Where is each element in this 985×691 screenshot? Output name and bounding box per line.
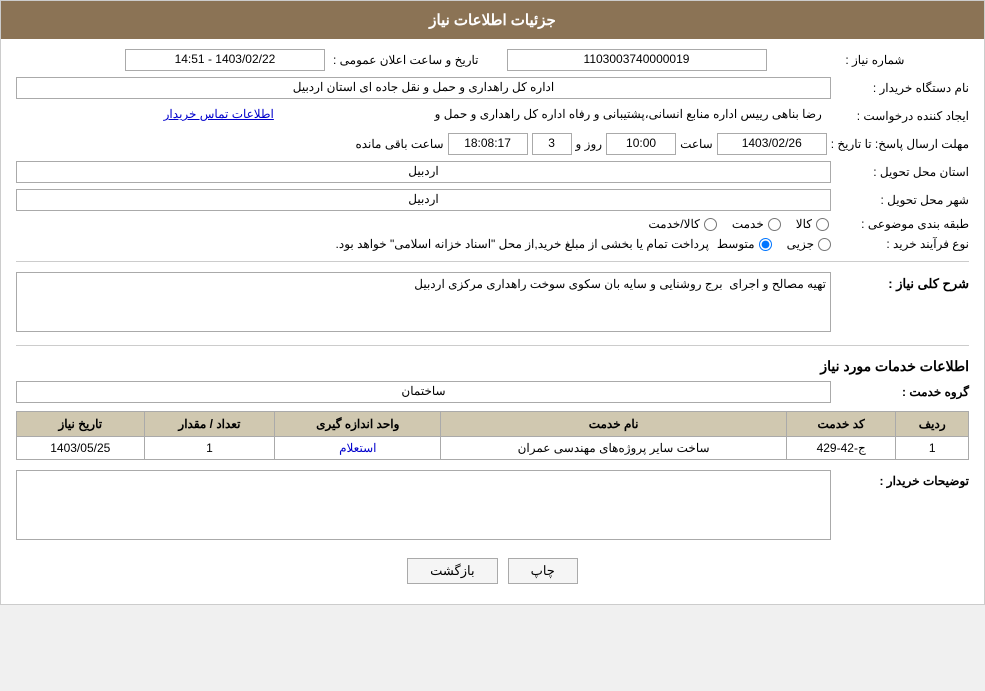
col-service-name: نام خدمت (441, 412, 787, 437)
buyer-org-label: نام دستگاه خریدار : (839, 81, 969, 95)
services-section-title: اطلاعات خدمات مورد نیاز (16, 358, 969, 375)
button-row: چاپ بازگشت (16, 558, 969, 584)
response-date: 1403/02/26 (717, 133, 827, 155)
response-day-label: روز و (576, 137, 603, 151)
cell-service-code: ج-42-429 (786, 437, 895, 460)
purchase-type-mottavaset-label: متوسط (717, 237, 755, 251)
service-group-label: گروه خدمت : (839, 385, 969, 399)
page-title: جزئیات اطلاعات نیاز (429, 12, 556, 29)
category-option-kala[interactable]: کالا (796, 217, 829, 231)
col-service-code: کد خدمت (786, 412, 895, 437)
category-radio-khedmat[interactable] (768, 218, 781, 231)
creator-value: رضا بناهی رییس اداره منابع انسانی،پشتیبا… (426, 105, 832, 127)
table-row: 1 ج-42-429 ساخت سایر پروژه‌های مهندسی عم… (17, 437, 969, 460)
response-time-label: ساعت (680, 137, 713, 151)
divider-1 (16, 261, 969, 262)
general-desc-area: تهیه مصالح و اجرای برج روشنایی و سایه با… (16, 272, 831, 335)
category-kala-khedmat-label: کالا/خدمت (648, 217, 699, 231)
response-time: 10:00 (606, 133, 676, 155)
cell-row: 1 (896, 437, 969, 460)
category-radio-group: کالا خدمت کالا/خدمت (648, 217, 829, 231)
service-group-value: ساختمان (16, 381, 831, 403)
category-option-kala-khedmat[interactable]: کالا/خدمت (648, 217, 716, 231)
buyer-notes-label: توضیحات خریدار : (839, 470, 969, 488)
cell-quantity: 1 (144, 437, 275, 460)
category-khedmat-label: خدمت (732, 217, 764, 231)
purchase-type-jozi[interactable]: جزیی (787, 237, 831, 251)
province-label: استان محل تحویل : (839, 165, 969, 179)
back-button[interactable]: بازگشت (407, 558, 497, 584)
buyer-org-value: اداره کل راهداری و حمل و نقل جاده ای است… (16, 77, 831, 99)
announce-datetime-value: 1403/02/22 - 14:51 (125, 49, 325, 71)
buyer-notes-area (16, 470, 831, 543)
purchase-type-label: نوع فرآیند خرید : (839, 237, 969, 251)
category-option-khedmat[interactable]: خدمت (732, 217, 781, 231)
col-unit: واحد اندازه گیری (275, 412, 441, 437)
services-table: ردیف کد خدمت نام خدمت واحد اندازه گیری ت… (16, 411, 969, 460)
col-need-date: تاریخ نیاز (17, 412, 145, 437)
purchase-type-mottavaset[interactable]: متوسط (717, 237, 772, 251)
remaining-label: ساعت باقی مانده (355, 137, 443, 151)
category-radio-kala[interactable] (816, 218, 829, 231)
category-kala-label: کالا (796, 217, 812, 231)
city-label: شهر محل تحویل : (839, 193, 969, 207)
general-desc-label: شرح کلی نیاز : (839, 272, 969, 292)
city-value: اردبیل (16, 189, 831, 211)
cell-unit[interactable]: استعلام (275, 437, 441, 460)
announce-datetime-label: تاریخ و ساعت اعلان عمومی : (333, 53, 479, 67)
cell-service-name: ساخت سایر پروژه‌های مهندسی عمران (441, 437, 787, 460)
purchase-type-radio-group: جزیی متوسط (717, 237, 831, 251)
category-radio-kala-khedmat[interactable] (704, 218, 717, 231)
page-header: جزئیات اطلاعات نیاز (1, 1, 984, 39)
province-value: اردبیل (16, 161, 831, 183)
need-number-label: شماره نیاز : (775, 53, 905, 67)
buyer-notes-textarea[interactable] (16, 470, 831, 540)
general-desc-textarea[interactable] (16, 272, 831, 332)
col-row: ردیف (896, 412, 969, 437)
category-label: طبقه بندی موضوعی : (839, 217, 969, 231)
purchase-type-jozi-label: جزیی (787, 237, 814, 251)
purchase-type-radio-jozi[interactable] (818, 238, 831, 251)
purchase-type-radio-mottavaset[interactable] (759, 238, 772, 251)
creator-label: ایجاد کننده درخواست : (839, 109, 969, 123)
purchase-note: پرداخت تمام یا بخشی از مبلغ خرید,از محل … (16, 237, 709, 251)
creator-contact-link[interactable]: اطلاعات تماس خریدار (16, 105, 422, 127)
response-remaining: 18:08:17 (448, 133, 528, 155)
need-number-value: 1103003740000019 (507, 49, 767, 71)
print-button[interactable]: چاپ (508, 558, 578, 584)
col-quantity: تعداد / مقدار (144, 412, 275, 437)
response-days: 3 (532, 133, 572, 155)
response-deadline-label: مهلت ارسال پاسخ: تا تاریخ : (831, 137, 969, 151)
cell-need-date: 1403/05/25 (17, 437, 145, 460)
divider-2 (16, 345, 969, 346)
